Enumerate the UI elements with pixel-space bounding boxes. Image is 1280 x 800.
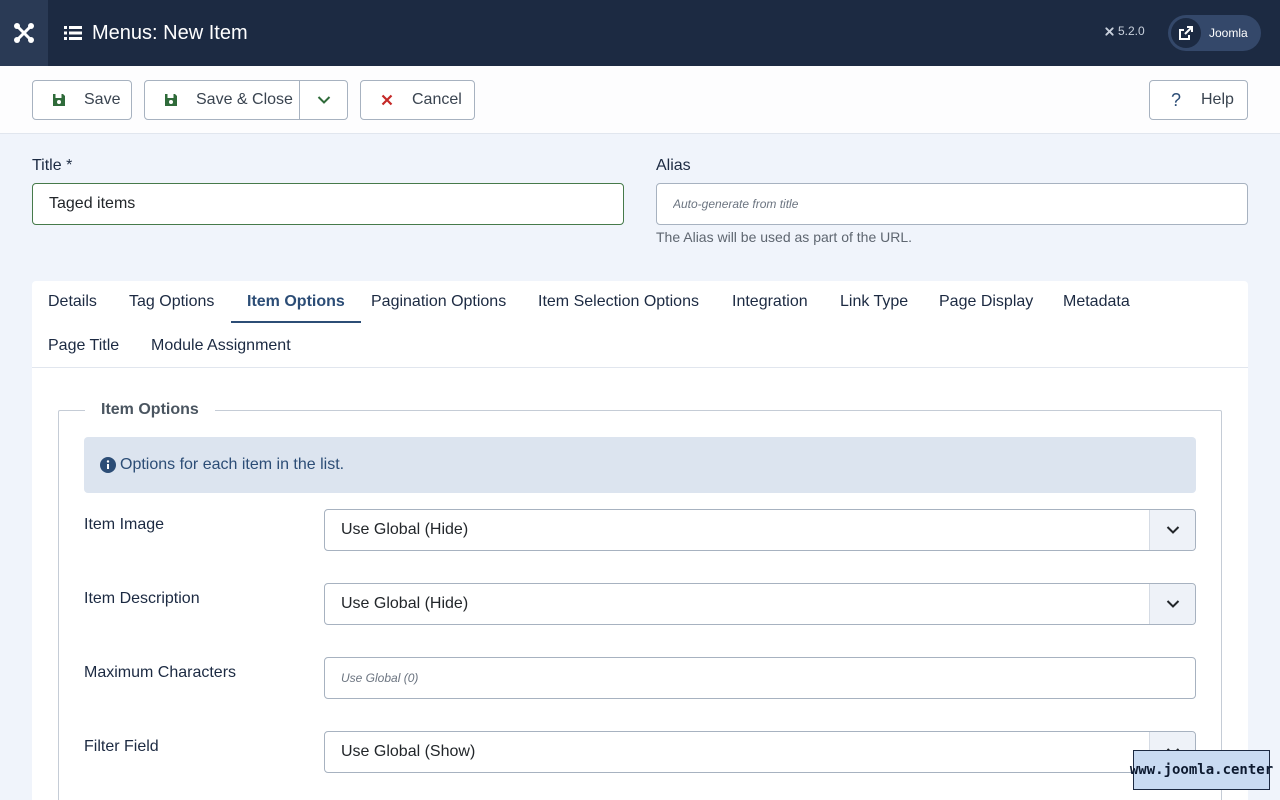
max-chars-input[interactable]	[324, 657, 1196, 699]
save-close-label: Save & Close	[196, 91, 293, 108]
tab-page-title[interactable]: Page Title	[32, 325, 135, 367]
save-label: Save	[84, 91, 121, 108]
alias-input[interactable]	[656, 183, 1248, 225]
alias-label: Alias	[656, 157, 691, 174]
tab-tag-options[interactable]: Tag Options	[113, 281, 230, 323]
page-title-wrap: Menus: New Item	[64, 22, 248, 45]
info-text: Options for each item in the list.	[120, 456, 345, 473]
tab-module-assignment[interactable]: Module Assignment	[135, 325, 307, 367]
chevron-down-icon	[317, 96, 331, 104]
version-badge: 5.2.0	[1104, 24, 1145, 38]
page-title: Menus: New Item	[92, 21, 248, 44]
external-link-icon	[1171, 18, 1201, 48]
cancel-label: Cancel	[412, 91, 462, 108]
save-close-icon	[161, 93, 181, 107]
alias-hint: The Alias will be used as part of the UR…	[656, 229, 913, 245]
tabs-card: Details Tag Options Item Options Paginat…	[32, 281, 1248, 800]
joomla-logo-icon	[14, 23, 34, 43]
info-icon	[100, 457, 116, 473]
close-icon	[377, 94, 397, 106]
item-options-fieldset: Item Options Options for each item in th…	[58, 401, 1222, 800]
chevron-down-icon	[1149, 584, 1195, 624]
tab-pagination-options[interactable]: Pagination Options	[355, 281, 522, 323]
tab-metadata[interactable]: Metadata	[1047, 281, 1146, 323]
tab-page-display[interactable]: Page Display	[923, 281, 1049, 323]
item-image-label: Item Image	[84, 516, 165, 533]
fieldset-legend: Item Options	[85, 401, 215, 419]
tab-bar: Details Tag Options Item Options Paginat…	[32, 281, 1248, 368]
tab-link-type[interactable]: Link Type	[824, 281, 924, 323]
version-text: 5.2.0	[1118, 24, 1145, 38]
tab-item-options[interactable]: Item Options	[231, 281, 361, 323]
save-close-button[interactable]: Save & Close	[144, 80, 348, 120]
joomla-small-icon	[1105, 26, 1114, 36]
help-label: Help	[1201, 91, 1234, 108]
item-image-value: Use Global (Hide)	[341, 521, 469, 538]
tab-item-selection-options[interactable]: Item Selection Options	[522, 281, 715, 323]
joomla-logo[interactable]	[0, 0, 48, 66]
help-button[interactable]: ? Help	[1149, 80, 1248, 120]
title-input[interactable]	[32, 183, 624, 225]
top-header: Menus: New Item 5.2.0 Joomla	[0, 0, 1280, 66]
chevron-down-icon	[1149, 510, 1195, 550]
save-button[interactable]: Save	[32, 80, 132, 120]
site-link-button[interactable]: Joomla	[1168, 15, 1261, 51]
item-description-select[interactable]: Use Global (Hide)	[324, 583, 1196, 625]
tab-integration[interactable]: Integration	[716, 281, 824, 323]
item-description-value: Use Global (Hide)	[341, 595, 469, 612]
toolbar: Save Save & Close Cancel ? Help	[0, 66, 1280, 134]
list-icon	[64, 26, 82, 40]
question-icon: ?	[1170, 89, 1181, 110]
save-options-dropdown[interactable]	[300, 81, 348, 119]
item-image-select[interactable]: Use Global (Hide)	[324, 509, 1196, 551]
tab-details[interactable]: Details	[32, 281, 113, 323]
info-alert: Options for each item in the list.	[84, 437, 1196, 493]
filter-field-value: Use Global (Show)	[341, 743, 476, 760]
filter-field-select[interactable]: Use Global (Show)	[324, 731, 1196, 773]
cancel-button[interactable]: Cancel	[360, 80, 475, 120]
title-label: Title *	[32, 157, 73, 174]
site-link-label: Joomla	[1209, 26, 1248, 40]
max-chars-label: Maximum Characters	[84, 664, 237, 681]
filter-field-label: Filter Field	[84, 738, 159, 755]
watermark-badge: www.joomla.center	[1130, 750, 1273, 790]
item-description-label: Item Description	[84, 590, 200, 607]
save-icon	[49, 93, 69, 107]
